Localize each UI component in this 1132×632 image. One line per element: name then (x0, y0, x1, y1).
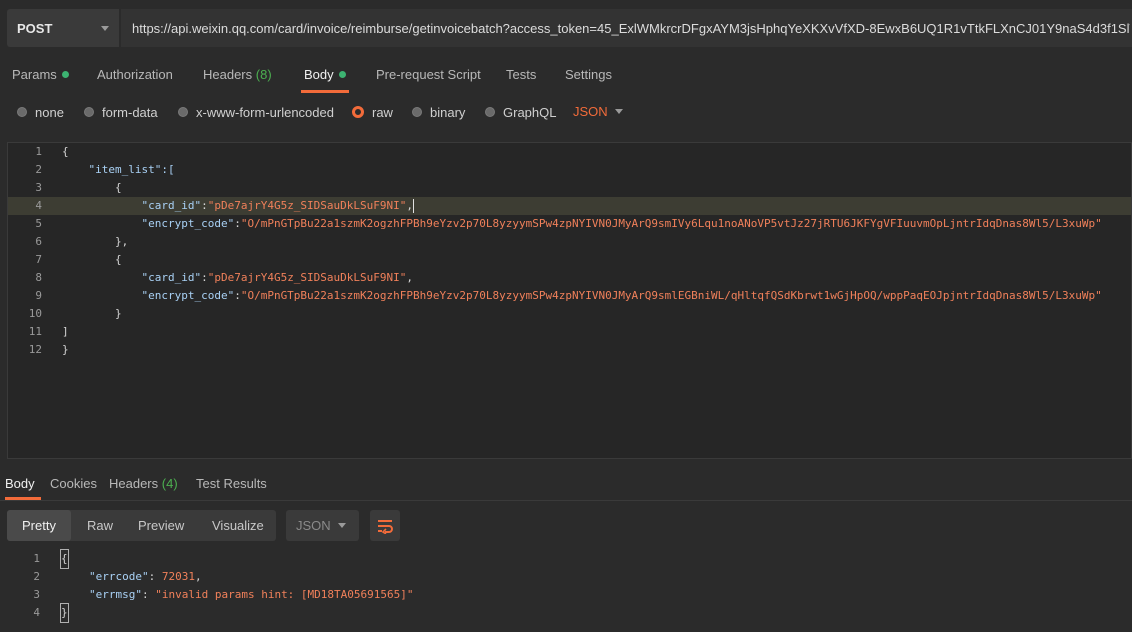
code-line: 6 }, (35, 235, 129, 248)
pretty-button[interactable]: Pretty (7, 510, 71, 541)
radio-checked-icon (352, 106, 364, 118)
code-line: 1{ (0, 549, 1125, 569)
radio-raw[interactable]: raw (352, 100, 393, 124)
body-type-selector: none form-data x-www-form-urlencoded raw… (0, 100, 1132, 124)
code-line: 7 { (35, 253, 122, 266)
radio-none[interactable]: none (17, 100, 64, 124)
active-tab-indicator (5, 497, 41, 500)
code-line: 2 "errcode": 72031, (33, 570, 202, 583)
chevron-down-icon[interactable] (615, 109, 623, 114)
radio-graphql[interactable]: GraphQL (485, 100, 556, 124)
tab-response-body[interactable]: Body (5, 470, 41, 500)
format-select[interactable]: JSON (286, 510, 359, 541)
raw-button[interactable]: Raw (87, 510, 113, 541)
tab-params[interactable]: Params (12, 60, 69, 90)
radio-binary[interactable]: binary (412, 100, 465, 124)
tab-settings[interactable]: Settings (565, 60, 612, 90)
code-line: 10 } (28, 307, 122, 320)
radio-form-data[interactable]: form-data (84, 100, 158, 124)
response-tabs: Body Cookies Headers (4) Test Results (0, 470, 1132, 501)
tab-body[interactable]: Body (301, 60, 349, 93)
code-line: 5 "encrypt_code":"O/mPnGTpBu22a1szmK2ogz… (35, 217, 1102, 230)
request-url-bar: POST (0, 0, 1132, 56)
text-cursor (413, 199, 415, 213)
code-line: 2 "item_list":[ (35, 163, 175, 176)
tab-pre-request-script[interactable]: Pre-request Script (376, 60, 481, 90)
method-select[interactable]: POST (7, 9, 119, 47)
tab-tests[interactable]: Tests (506, 60, 536, 90)
tab-response-headers[interactable]: Headers (4) (109, 470, 178, 498)
code-line: 3 "errmsg": "invalid params hint: [MD18TA… (33, 588, 414, 601)
code-line: 1{ (35, 145, 69, 158)
code-line: 3 { (35, 181, 122, 194)
code-line: 8 "card_id":"pDe7ajrY4G5z_SIDSauDkLSuF9N… (35, 271, 414, 284)
code-line: 4} (0, 603, 1125, 623)
status-dot (338, 71, 346, 79)
tab-headers[interactable]: Headers (8) (203, 60, 272, 90)
status-dot (61, 71, 69, 79)
code-line: 9 "encrypt_code":"O/mPnGTpBu22a1szmK2ogz… (35, 289, 1102, 302)
view-mode-group: Pretty Raw Preview Visualize (7, 510, 276, 541)
radio-icon (412, 107, 422, 117)
tab-authorization[interactable]: Authorization (97, 60, 173, 90)
code-line: 12} (28, 343, 69, 356)
method-label: POST (17, 20, 53, 36)
radio-icon (84, 107, 94, 117)
chevron-down-icon (101, 26, 109, 31)
tab-cookies[interactable]: Cookies (50, 470, 97, 498)
wrap-lines-button[interactable] (370, 510, 400, 541)
code-line-current: 4 "card_id":"pDe7ajrY4G5z_SIDSauDkLSuF9N… (8, 197, 1131, 215)
language-select[interactable]: JSON (573, 100, 608, 124)
code-line: 11] (28, 325, 69, 338)
request-body-editor[interactable]: 1{ 2 "item_list":[ 3 { 4 "card_id":"pDe7… (7, 142, 1132, 459)
tab-test-results[interactable]: Test Results (196, 470, 267, 498)
visualize-button[interactable]: Visualize (212, 510, 264, 541)
radio-icon (17, 107, 27, 117)
chevron-down-icon (338, 523, 346, 528)
active-tab-indicator (301, 90, 349, 93)
radio-x-www-form-urlencoded[interactable]: x-www-form-urlencoded (178, 100, 334, 124)
request-tabs: Params Authorization Headers (8) Body Pr… (0, 60, 1132, 94)
preview-button[interactable]: Preview (138, 510, 184, 541)
radio-icon (178, 107, 188, 117)
wrap-lines-icon (378, 519, 393, 534)
response-body-viewer[interactable]: 1{ 2 "errcode": 72031, 3 "errmsg": "invali… (0, 549, 1132, 632)
radio-icon (485, 107, 495, 117)
url-input[interactable] (121, 9, 1132, 47)
